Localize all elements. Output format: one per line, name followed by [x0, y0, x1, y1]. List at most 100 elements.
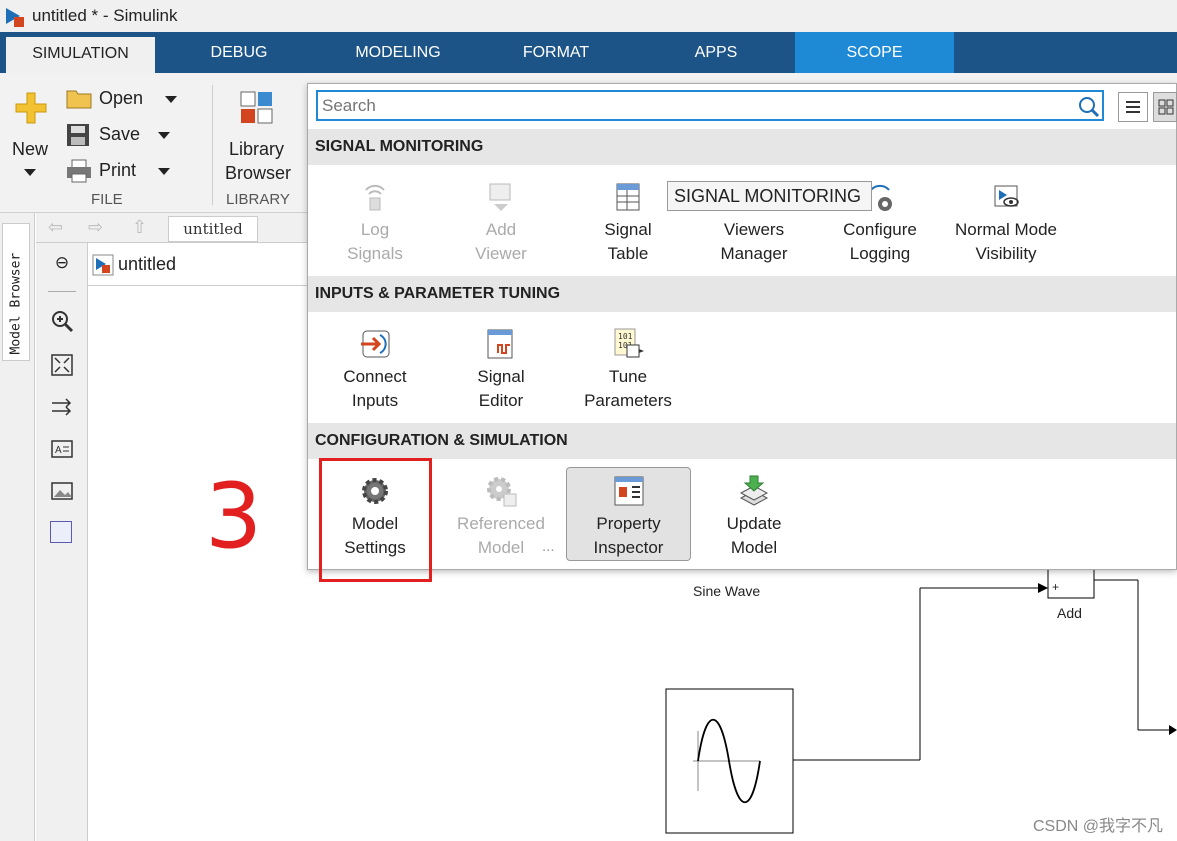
window-title: untitled * - Simulink: [32, 6, 178, 25]
connect-inputs-button[interactable]: Connect Inputs: [316, 327, 434, 413]
tool-divider: [48, 291, 76, 292]
new-dropdown-icon[interactable]: [24, 169, 36, 176]
list-view-button[interactable]: [1118, 92, 1148, 122]
add-viewer-button[interactable]: Add Viewer: [442, 180, 560, 266]
item-label: Connect: [343, 367, 407, 386]
new-plus-icon: [15, 92, 47, 124]
item-label: Update: [726, 514, 782, 533]
model-icon: [92, 254, 114, 276]
tab-scope[interactable]: SCOPE: [795, 32, 954, 73]
simulink-logo-icon: [6, 8, 24, 27]
add-block-label: Add: [1057, 605, 1082, 621]
library-browser-label2[interactable]: Browser: [225, 163, 291, 184]
fit-to-view-icon[interactable]: [50, 353, 74, 377]
up-arrow-icon[interactable]: ⇧: [132, 217, 147, 238]
zoom-icon[interactable]: [50, 309, 74, 333]
back-arrow-icon[interactable]: ⇦: [48, 217, 63, 238]
tune-parameters-icon: 101101: [614, 328, 644, 358]
library-browser-icon: [240, 91, 273, 124]
library-group-label: LIBRARY: [226, 191, 290, 208]
print-button[interactable]: Print: [99, 160, 136, 181]
route-lines-icon[interactable]: [50, 395, 74, 419]
update-model-button[interactable]: Update Model: [695, 474, 813, 560]
annotation-icon[interactable]: A: [50, 437, 74, 461]
signal-editor-button[interactable]: Signal Editor: [442, 327, 560, 413]
item-label: Table: [607, 244, 649, 263]
tab-format[interactable]: FORMAT: [480, 32, 632, 73]
area-icon[interactable]: [50, 521, 72, 543]
forward-arrow-icon[interactable]: ⇨: [88, 217, 103, 238]
connect-inputs-icon: [361, 330, 390, 358]
tab-apps[interactable]: APPS: [640, 32, 792, 73]
tooltip: SIGNAL MONITORING: [667, 181, 872, 211]
title-bar: untitled * - Simulink: [0, 0, 1177, 32]
breadcrumb[interactable]: untitled: [168, 216, 258, 242]
item-label: Configure: [843, 220, 917, 239]
item-label: Property: [596, 514, 661, 533]
search-icon[interactable]: [1078, 96, 1100, 118]
property-inspector-button[interactable]: Property Inspector: [566, 467, 691, 561]
item-label: Log: [360, 220, 390, 239]
open-folder-icon: [66, 90, 92, 109]
open-dropdown-icon[interactable]: [165, 96, 177, 103]
item-label: Logging: [849, 244, 911, 263]
item-label: Model: [730, 538, 778, 557]
item-label: Editor: [478, 391, 524, 410]
signal-editor-icon: [487, 329, 513, 359]
item-label: Inputs: [351, 391, 399, 410]
save-disk-icon: [67, 124, 89, 146]
section-inputs: INPUTS & PARAMETER TUNING: [308, 276, 1176, 312]
log-signals-button[interactable]: Log Signals: [316, 180, 434, 266]
search-input[interactable]: [318, 92, 1058, 119]
item-label: Model: [477, 538, 525, 557]
normal-mode-visibility-button[interactable]: Normal Mode Visibility: [947, 180, 1065, 266]
update-model-icon: [739, 475, 769, 506]
grid-view-icon: [1158, 99, 1174, 115]
new-button[interactable]: New: [12, 139, 48, 160]
model-browser-tab[interactable]: Model Browser: [2, 223, 30, 361]
grid-view-button[interactable]: [1153, 92, 1177, 122]
add-sign: +: [1052, 580, 1060, 594]
svg-text:A: A: [55, 445, 62, 456]
open-button[interactable]: Open: [99, 88, 143, 109]
model-tab-label: untitled: [118, 254, 177, 274]
step-annotation: 3: [205, 464, 263, 569]
item-label: Parameters: [584, 391, 672, 410]
item-label: Visibility: [975, 244, 1037, 263]
item-label: Add: [485, 220, 517, 239]
gallery-search-box[interactable]: [316, 90, 1104, 121]
item-label: Normal Mode: [954, 220, 1058, 239]
save-dropdown-icon[interactable]: [158, 132, 170, 139]
hide-browser-icon[interactable]: ⊖: [50, 253, 74, 277]
ribbon-divider: [212, 85, 213, 205]
item-label: Inspector: [593, 538, 664, 557]
tab-simulation[interactable]: SIMULATION: [6, 37, 155, 73]
printer-icon: [67, 159, 91, 183]
signal-table-icon: [616, 183, 640, 211]
library-browser-label1[interactable]: Library: [229, 139, 284, 160]
file-group-label: FILE: [91, 191, 123, 208]
item-label: Signals: [347, 244, 403, 263]
referenced-model-icon: [487, 477, 517, 507]
print-dropdown-icon[interactable]: [158, 168, 170, 175]
property-inspector-icon: [614, 476, 643, 506]
add-viewer-icon: [489, 183, 511, 211]
log-signals-icon: [365, 184, 385, 211]
highlight-box: [319, 458, 432, 582]
tune-parameters-button[interactable]: 101 101 Tune Parameters: [569, 327, 687, 413]
image-icon[interactable]: [50, 479, 74, 503]
section-configuration: CONFIGURATION & SIMULATION: [308, 423, 1176, 459]
scope-gallery-popup: SIGNAL MONITORING INPUTS & PARAMETER TUN…: [307, 83, 1177, 570]
tab-modeling[interactable]: MODELING: [323, 32, 473, 73]
model-tab[interactable]: untitled: [88, 243, 308, 286]
item-label: Tune: [608, 367, 648, 386]
item-label: Referenced: [457, 514, 545, 533]
item-label: Manager: [720, 244, 788, 263]
item-label: Viewer: [475, 244, 527, 263]
referenced-model-more[interactable]: ...: [542, 538, 555, 555]
ribbon-tab-bar: SIMULATION DEBUG MODELING FORMAT APPS SC…: [0, 32, 1177, 73]
save-button[interactable]: Save: [99, 124, 140, 145]
item-label: Signal: [477, 367, 525, 386]
model-browser-label: Model Browser: [8, 252, 24, 355]
tab-debug[interactable]: DEBUG: [165, 32, 313, 73]
